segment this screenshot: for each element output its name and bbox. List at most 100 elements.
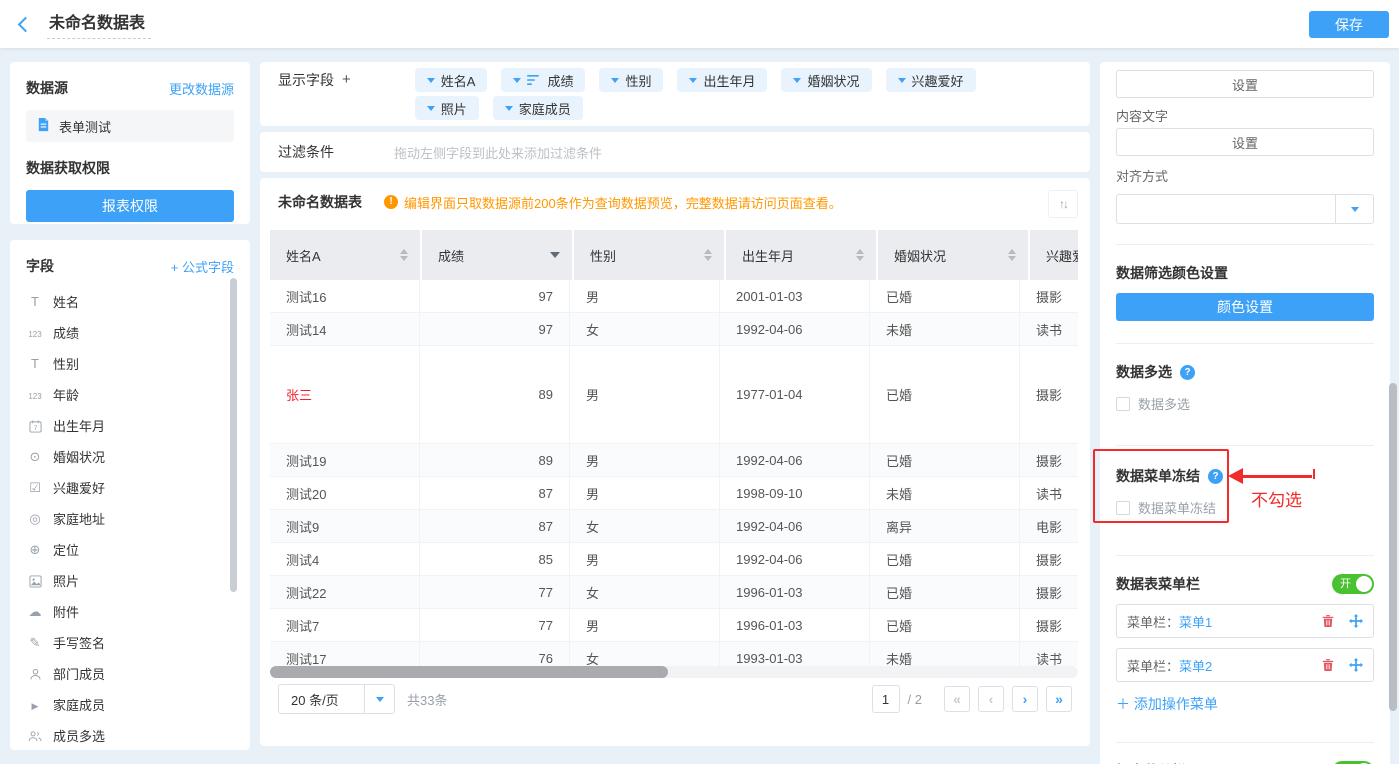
save-button[interactable]: 保存: [1309, 11, 1389, 38]
table-cell: 摄影: [1020, 609, 1078, 641]
sort-icon[interactable]: [704, 249, 712, 261]
column-header[interactable]: 成绩: [422, 230, 572, 280]
display-field-chip[interactable]: 照片: [415, 96, 479, 120]
table-cell: 测试19: [270, 444, 420, 476]
add-action-menu-link[interactable]: ＋ 添加操作菜单: [1116, 694, 1218, 714]
table-row[interactable]: 测试1497女1992-04-06未婚读书: [270, 313, 1078, 346]
sort-icon[interactable]: [1008, 249, 1016, 261]
checkbox-icon[interactable]: [1116, 501, 1130, 515]
table-cell: 已婚: [870, 609, 1020, 641]
field-item[interactable]: ⊕ 定位: [26, 534, 234, 565]
field-item[interactable]: 123 成绩: [26, 317, 234, 348]
display-field-chip[interactable]: 出生年月: [677, 68, 767, 92]
field-item[interactable]: 7 出生年月: [26, 410, 234, 441]
menu-freeze-checkbox[interactable]: 数据菜单冻结: [1116, 498, 1374, 517]
sort-desc-icon[interactable]: [550, 252, 560, 258]
delete-icon[interactable]: [1321, 658, 1335, 672]
checkbox-icon[interactable]: [1116, 397, 1130, 411]
add-display-field-icon[interactable]: +: [342, 68, 351, 120]
page-scrollbar[interactable]: [1389, 383, 1397, 711]
table-cell: 男: [570, 543, 720, 575]
page-size-select[interactable]: 20 条/页: [278, 684, 395, 714]
total-pages: / 2: [908, 692, 922, 707]
table-cell: 1992-04-06: [720, 313, 870, 345]
horizontal-scrollbar[interactable]: [270, 666, 668, 678]
field-item[interactable]: T 性别: [26, 348, 234, 379]
display-field-chip[interactable]: 婚姻状况: [781, 68, 871, 92]
annotation-arrow-line: [1243, 475, 1312, 478]
menu-bar-item[interactable]: 菜单栏： 菜单2: [1116, 648, 1374, 682]
signature-icon: ✎: [26, 636, 44, 649]
display-field-chip[interactable]: 兴趣爱好: [886, 68, 976, 92]
next-page-button[interactable]: ›: [1012, 686, 1038, 712]
last-page-button[interactable]: »: [1046, 686, 1072, 712]
page-number-input[interactable]: [872, 685, 900, 713]
field-item[interactable]: 成员多选: [26, 720, 234, 750]
field-item[interactable]: ✎ 手写签名: [26, 627, 234, 658]
annotation-text: 不勾选: [1251, 486, 1302, 511]
display-field-chip[interactable]: 性别: [599, 68, 663, 92]
field-item[interactable]: 部门成员: [26, 658, 234, 689]
menu-name-link[interactable]: 菜单1: [1179, 612, 1212, 631]
help-icon[interactable]: ?: [1208, 469, 1223, 484]
color-settings-button[interactable]: 颜色设置: [1116, 293, 1374, 321]
menu-bar-item[interactable]: 菜单栏： 菜单1: [1116, 604, 1374, 638]
display-field-chip[interactable]: 家庭成员: [493, 96, 583, 120]
table-panel: 未命名数据表 ! 编辑界面只取数据源前200条作为查询数据预览，完整数据请访问页…: [260, 178, 1090, 746]
column-header[interactable]: 婚姻状况: [878, 230, 1028, 280]
table-cell: 男: [570, 477, 720, 509]
members-icon: [26, 728, 44, 742]
report-permission-button[interactable]: 报表权限: [26, 190, 234, 222]
preview-notice: ! 编辑界面只取数据源前200条作为查询数据预览，完整数据请访问页面查看。: [384, 193, 842, 212]
field-item[interactable]: ☑ 兴趣爱好: [26, 472, 234, 503]
table-title: 未命名数据表: [278, 192, 362, 212]
filter-dropzone[interactable]: 拖动左侧字段到此处来添加过滤条件: [394, 143, 602, 162]
move-icon[interactable]: [1349, 614, 1363, 628]
display-field-chip[interactable]: 成绩: [501, 68, 585, 92]
change-datasource-link[interactable]: 更改数据源: [169, 79, 234, 98]
datasource-title: 数据源: [26, 78, 68, 98]
delete-icon[interactable]: [1321, 614, 1335, 628]
column-header[interactable]: 姓名A: [270, 230, 420, 280]
back-icon[interactable]: [18, 16, 34, 32]
datasource-item[interactable]: 表单测试: [26, 110, 234, 142]
help-icon[interactable]: ?: [1180, 365, 1195, 380]
table-row[interactable]: 测试777男1996-01-03已婚摄影: [270, 609, 1078, 642]
sort-order-icon[interactable]: ↑↓: [1048, 190, 1078, 218]
sort-icon[interactable]: [400, 249, 408, 261]
column-header[interactable]: 兴趣爱好: [1030, 230, 1078, 280]
display-field-chip[interactable]: 姓名A: [415, 68, 488, 92]
table-cell: 76: [420, 642, 570, 666]
table-row[interactable]: 测试1776女1993-01-03未婚读书: [270, 642, 1078, 666]
field-item[interactable]: 照片: [26, 565, 234, 596]
field-item[interactable]: ▶ 家庭成员: [26, 689, 234, 720]
column-header[interactable]: 出生年月: [726, 230, 876, 280]
move-icon[interactable]: [1349, 658, 1363, 672]
field-item[interactable]: T 姓名: [26, 286, 234, 317]
field-item[interactable]: 123 年龄: [26, 379, 234, 410]
table-row[interactable]: 张三89男1977-01-04已婚摄影: [270, 346, 1078, 444]
content-text-settings-button[interactable]: 设置: [1116, 128, 1374, 156]
column-header[interactable]: 性别: [574, 230, 724, 280]
sort-icon[interactable]: [856, 249, 864, 261]
field-item[interactable]: ☁ 附件: [26, 596, 234, 627]
menu-name-link[interactable]: 菜单2: [1179, 656, 1212, 675]
header-text-settings-button[interactable]: 设置: [1116, 70, 1374, 98]
page-title[interactable]: 未命名数据表: [47, 9, 151, 39]
table-row[interactable]: 测试2277女1996-01-03已婚摄影: [270, 576, 1078, 609]
field-item[interactable]: ◎ 家庭地址: [26, 503, 234, 534]
prev-page-button[interactable]: ‹: [978, 686, 1004, 712]
multi-select-checkbox[interactable]: 数据多选: [1116, 394, 1374, 413]
align-select[interactable]: [1116, 194, 1374, 224]
table-row[interactable]: 测试1989男1992-04-06已婚摄影: [270, 444, 1078, 477]
table-cell: 97: [420, 280, 570, 312]
first-page-button[interactable]: «: [944, 686, 970, 712]
table-row[interactable]: 测试2087男1998-09-10未婚读书: [270, 477, 1078, 510]
table-row[interactable]: 测试987女1992-04-06离异电影: [270, 510, 1078, 543]
field-item[interactable]: ⊙ 婚姻状况: [26, 441, 234, 472]
table-row[interactable]: 测试485男1992-04-06已婚摄影: [270, 543, 1078, 576]
table-menu-toggle[interactable]: 开: [1332, 574, 1374, 594]
table-row[interactable]: 测试1697男2001-01-03已婚摄影: [270, 280, 1078, 313]
add-formula-field-link[interactable]: + 公式字段: [171, 257, 234, 276]
fields-scrollbar[interactable]: [230, 278, 237, 592]
